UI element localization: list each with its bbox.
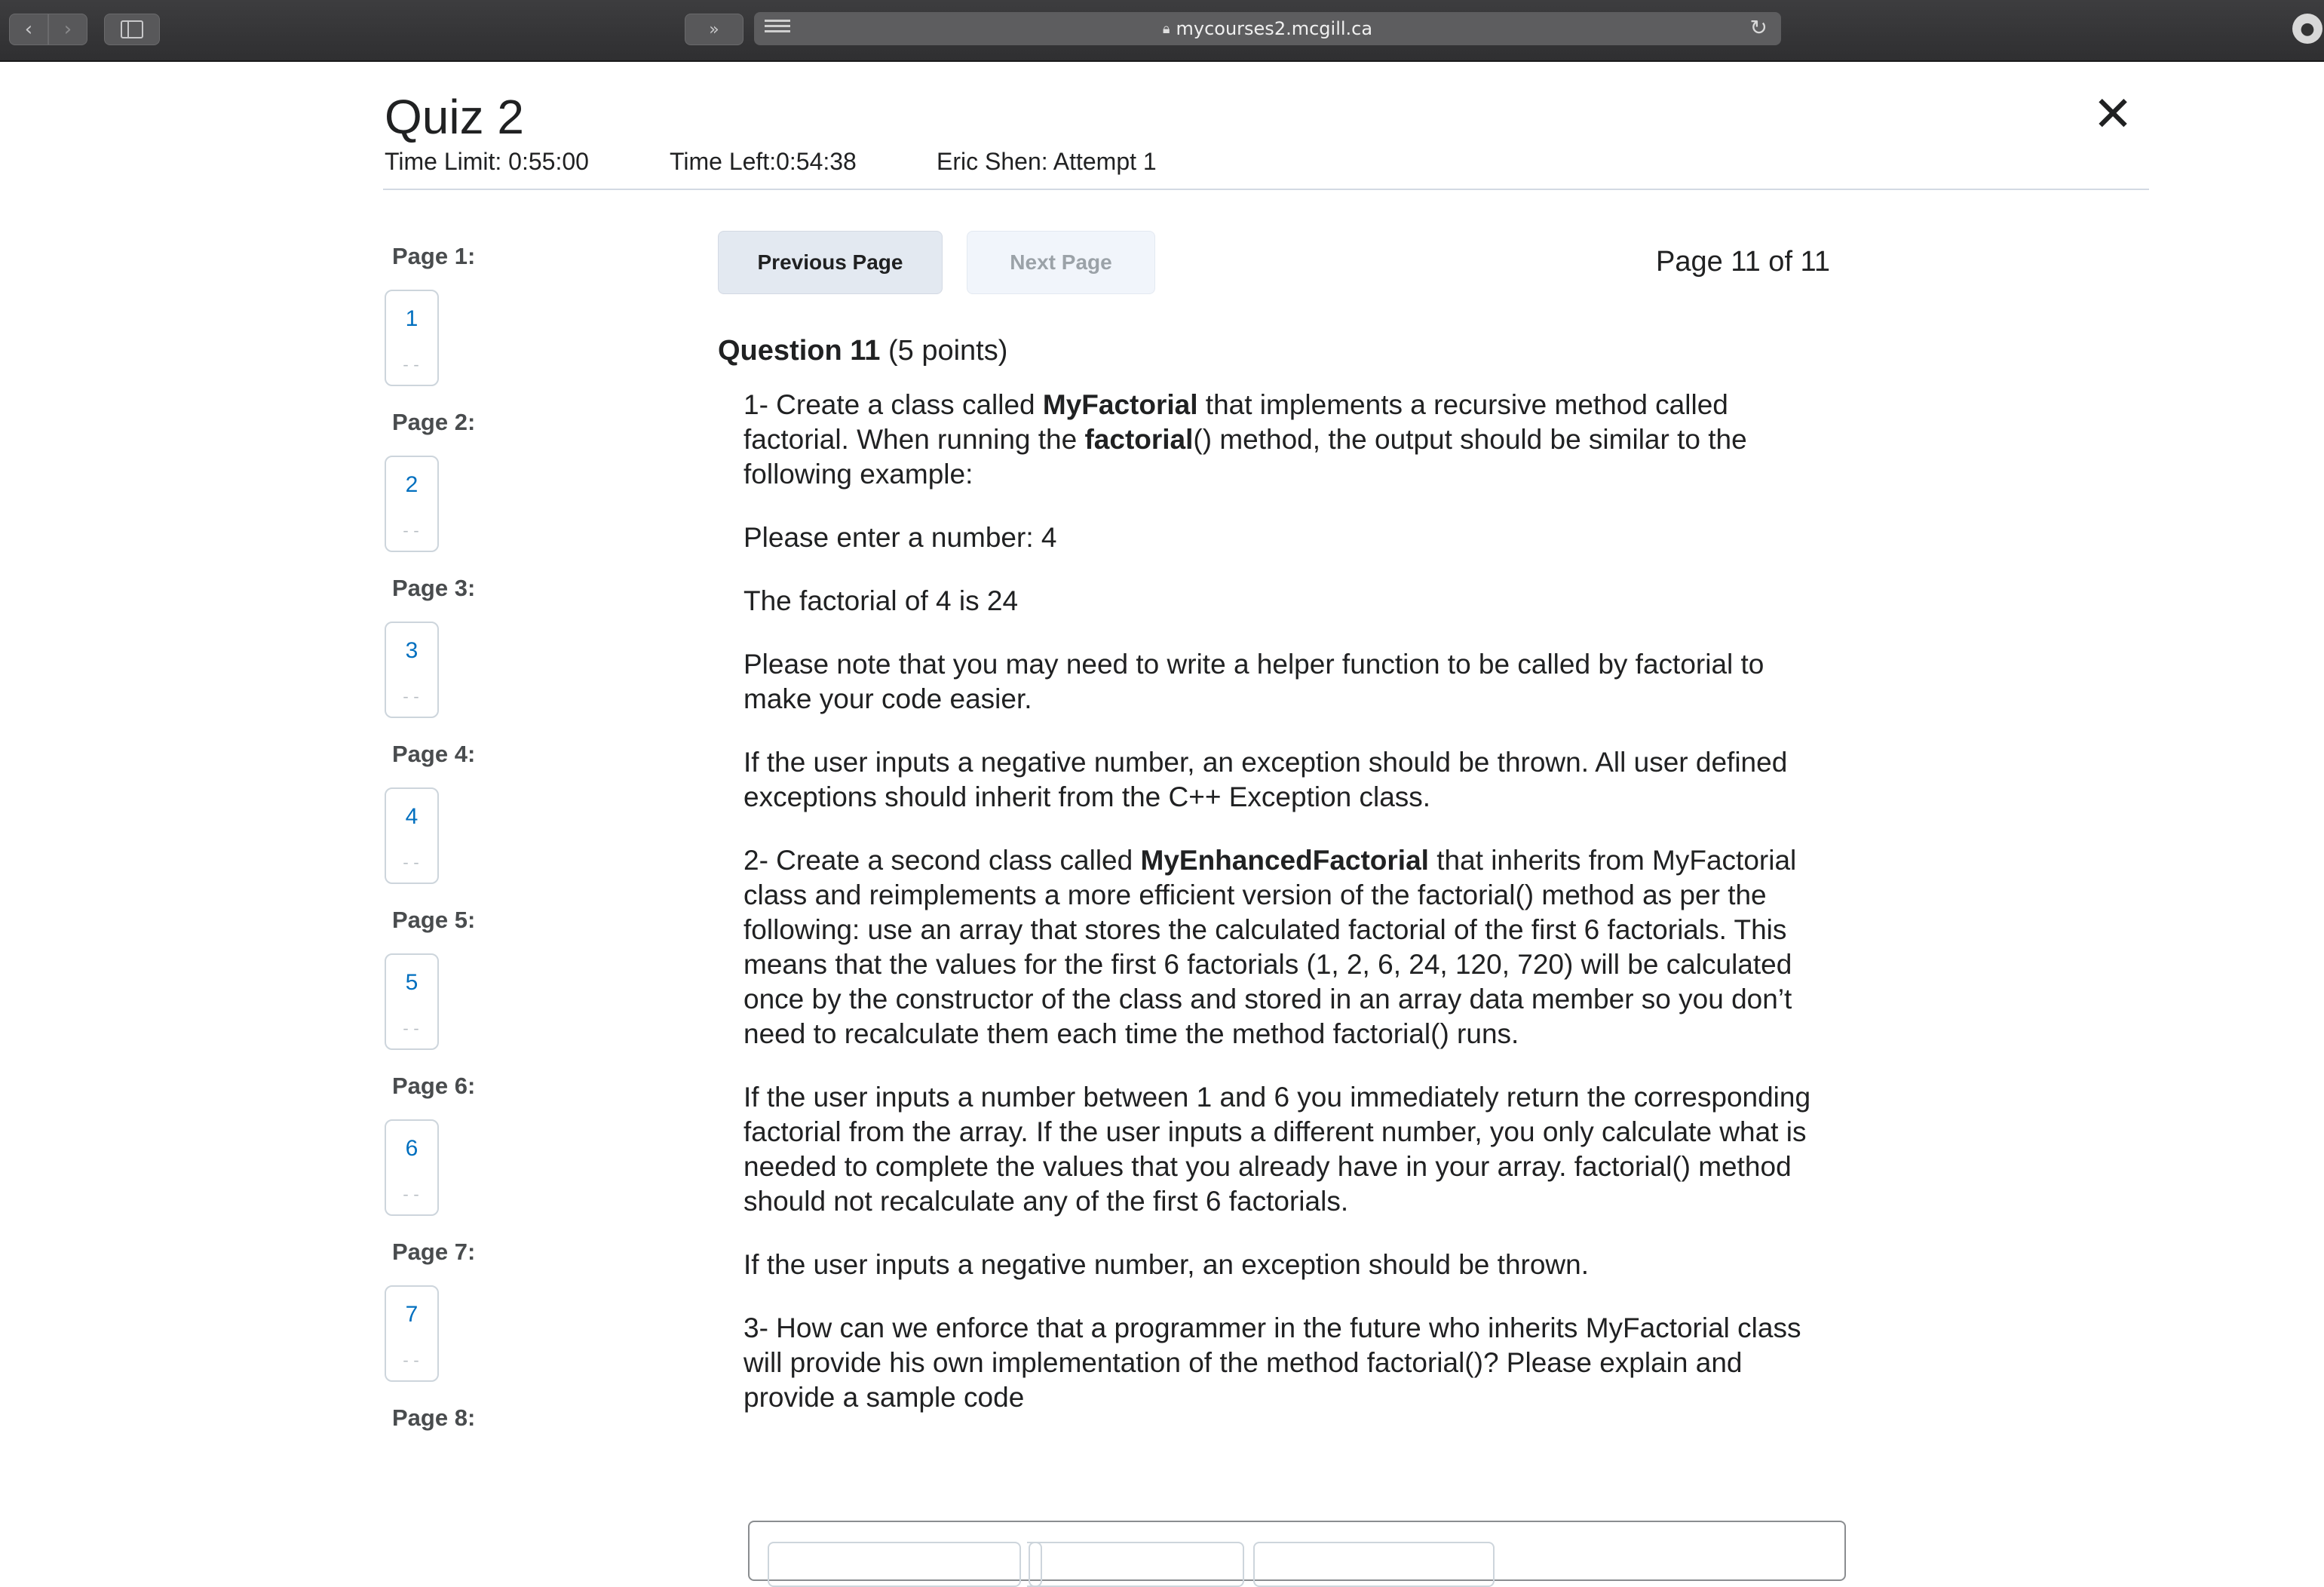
- forward-arrow-icon[interactable]: ›: [48, 14, 87, 45]
- page-label-1: Page 1:: [392, 243, 476, 269]
- question-paragraph: 3- How can we enforce that a programmer …: [743, 1312, 1801, 1413]
- method-name-factorial: factorial: [1084, 424, 1194, 455]
- question-paragraph: Please enter a number: 4: [743, 522, 1057, 553]
- page-label-5: Page 5:: [392, 907, 476, 933]
- class-name-myfactorial: MyFactorial: [1042, 389, 1198, 420]
- question-paragraph: If the user inputs a negative number, an…: [743, 747, 1788, 812]
- reader-icon[interactable]: [765, 17, 790, 39]
- page-number: 7: [405, 1302, 419, 1327]
- page-link-3[interactable]: 3 --: [385, 622, 439, 718]
- page-title: Quiz 2: [385, 90, 524, 144]
- page-status: --: [400, 358, 422, 375]
- question-paragraph: 2- Create a second class called MyEnhanc…: [743, 843, 1837, 1051]
- browser-toolbar: ‹ › » 🔒︎ mycourses2.mcgill.ca ↻ ●: [0, 0, 2324, 62]
- page-status: --: [400, 855, 422, 873]
- attempt-info: Eric Shen: Attempt 1: [937, 148, 1157, 175]
- question-paragraph: Please note that you may need to write a…: [743, 649, 1764, 714]
- header-divider: [383, 189, 2149, 190]
- question-number: Question 11: [718, 335, 881, 367]
- text-run: 2- Create a second class called: [743, 845, 1141, 876]
- editor-toolbar-group[interactable]: [768, 1542, 1021, 1587]
- page-number: 1: [405, 306, 419, 331]
- answer-editor[interactable]: [748, 1521, 1846, 1587]
- page-label-3: Page 3:: [392, 575, 476, 601]
- page-link-1[interactable]: 1 --: [385, 290, 439, 386]
- time-left: Time Left:0:54:38: [670, 148, 857, 175]
- reload-icon[interactable]: ↻: [1750, 15, 1768, 40]
- page-number: 3: [405, 638, 419, 663]
- page-number: 2: [405, 472, 419, 497]
- page-indicator: Page 11 of 11: [1656, 246, 1831, 278]
- page-number: 4: [405, 804, 419, 829]
- page-status: --: [400, 1187, 422, 1205]
- question-text: 1- Create a class called MyFactorial tha…: [743, 388, 1837, 1444]
- page-label-4: Page 4:: [392, 741, 476, 767]
- page-label-7: Page 7:: [392, 1239, 476, 1265]
- page-status: --: [400, 689, 422, 707]
- question-paragraph: 1- Create a class called MyFactorial tha…: [743, 388, 1837, 492]
- address-bar[interactable]: 🔒︎ mycourses2.mcgill.ca ↻: [754, 12, 1781, 45]
- page-number: 5: [405, 970, 419, 995]
- text-run: 1- Create a class called: [743, 389, 1043, 420]
- extension-icon[interactable]: »: [685, 14, 743, 45]
- editor-toolbar-group[interactable]: [1253, 1542, 1495, 1587]
- previous-page-button[interactable]: Previous Page: [718, 231, 943, 294]
- page-status: --: [400, 1353, 422, 1371]
- page-status: --: [400, 1021, 422, 1039]
- page-link-6[interactable]: 6 --: [385, 1119, 439, 1216]
- url-text: mycourses2.mcgill.ca: [1176, 18, 1373, 39]
- class-name-myenhancedfactorial: MyEnhancedFactorial: [1140, 845, 1429, 876]
- lock-icon: 🔒︎: [1162, 20, 1170, 37]
- page-link-7[interactable]: 7 --: [385, 1285, 439, 1382]
- editor-toolbar-group[interactable]: [1029, 1542, 1244, 1587]
- question-paragraph: If the user inputs a negative number, an…: [743, 1249, 1590, 1280]
- downloads-icon[interactable]: ●: [2292, 14, 2322, 44]
- question-paragraph: If the user inputs a number between 1 an…: [743, 1082, 1811, 1217]
- next-page-button[interactable]: Next Page: [967, 231, 1155, 294]
- page-link-5[interactable]: 5 --: [385, 953, 439, 1050]
- question-paragraph: The factorial of 4 is 24: [743, 585, 1019, 616]
- sidebar-icon[interactable]: [104, 14, 160, 45]
- question-heading: Question 11 (5 points): [718, 335, 1007, 367]
- question-points: (5 points): [888, 335, 1008, 367]
- back-arrow-icon[interactable]: ‹: [9, 14, 48, 45]
- close-icon[interactable]: ✕: [2090, 91, 2135, 139]
- page-label-6: Page 6:: [392, 1073, 476, 1099]
- page-link-4[interactable]: 4 --: [385, 787, 439, 884]
- page-link-2[interactable]: 2 --: [385, 456, 439, 552]
- time-limit: Time Limit: 0:55:00: [385, 148, 589, 175]
- page-status: --: [400, 523, 422, 541]
- page-label-8: Page 8:: [392, 1404, 476, 1431]
- page-number: 6: [405, 1136, 419, 1161]
- page-label-2: Page 2:: [392, 409, 476, 435]
